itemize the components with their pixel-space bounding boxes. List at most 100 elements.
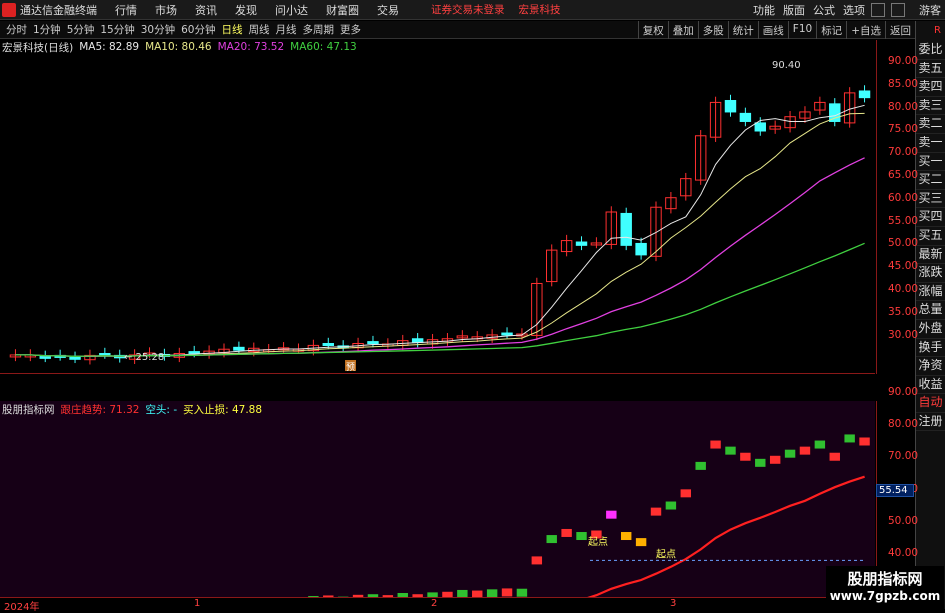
main-axis-tick: 40.00 <box>888 283 918 295</box>
menu-bar: 通达信金融终端 行情 市场 资讯 发现 问小达 财富圈 交易 证券交易未登录 宏… <box>0 0 945 20</box>
period-15min[interactable]: 15分钟 <box>100 22 134 37</box>
menu-discover[interactable]: 发现 <box>235 2 257 18</box>
menu-market[interactable]: 市场 <box>155 2 177 18</box>
main-axis-tick: 80.00 <box>888 101 918 113</box>
menu-trade[interactable]: 交易 <box>377 2 399 18</box>
menu-quotes[interactable]: 行情 <box>115 2 137 18</box>
period-more[interactable]: 更多 <box>340 22 361 37</box>
indicator-bar <box>621 532 631 540</box>
indicator-bar <box>457 590 467 597</box>
indicator-bar <box>636 538 646 546</box>
menu-wealth[interactable]: 财富圈 <box>326 2 359 18</box>
date-month-3: 3 <box>670 598 676 609</box>
side-item-change-pct[interactable]: 涨幅 <box>916 283 945 302</box>
candle-body <box>755 123 765 131</box>
corner-r-label: R <box>916 21 945 41</box>
period-multi[interactable]: 多周期 <box>303 22 335 37</box>
ma20-label: MA20: 73.52 <box>218 41 285 53</box>
side-item-sell3[interactable]: 卖三 <box>916 97 945 116</box>
menu-layout[interactable]: 版面 <box>783 2 805 18</box>
tool-mark[interactable]: 标记 <box>816 21 846 39</box>
period-5min[interactable]: 5分钟 <box>67 22 95 37</box>
tool-stats[interactable]: 统计 <box>728 21 758 39</box>
indicator-bar <box>815 441 825 449</box>
indicator-bar <box>830 453 840 461</box>
right-menu: 功能 版面 公式 选项 游客 <box>745 0 941 20</box>
tool-adjust[interactable]: 复权 <box>638 21 668 39</box>
period-weekly[interactable]: 周线 <box>249 22 270 37</box>
side-item-latest[interactable]: 最新 <box>916 246 945 265</box>
side-item-netasset[interactable]: 净资 <box>916 357 945 376</box>
guest-label[interactable]: 游客 <box>919 2 941 18</box>
main-kline-chart[interactable]: 90.40← 25.28预 宏景科技(日线) MA5: 82.89 MA10: … <box>0 40 875 374</box>
low-price-mark: ← 25.28 <box>124 352 164 363</box>
side-item-turnover[interactable]: 换手 <box>916 339 945 358</box>
side-item-sell5[interactable]: 卖五 <box>916 60 945 79</box>
side-item-outer[interactable]: 外盘 <box>916 320 945 339</box>
stock-label: 宏景科技(日线) <box>2 40 73 55</box>
side-item-sell4[interactable]: 卖四 <box>916 78 945 97</box>
menu-ask[interactable]: 问小达 <box>275 2 308 18</box>
ma20-line <box>15 158 864 356</box>
sub-axis-tick: 40.00 <box>888 547 918 559</box>
notice-stock: 宏景科技 <box>519 2 561 17</box>
sub-axis-tick: 50.00 <box>888 515 918 527</box>
side-item-buy5[interactable]: 买五 <box>916 227 945 246</box>
main-axis-tick: 85.00 <box>888 78 918 90</box>
main-axis-tick: 55.00 <box>888 215 918 227</box>
tool-f10[interactable]: F10 <box>788 21 816 39</box>
period-daily[interactable]: 日线 <box>222 22 243 37</box>
main-axis-tick: 35.00 <box>888 306 918 318</box>
menu-news[interactable]: 资讯 <box>195 2 217 18</box>
ma60-label: MA60: 47.13 <box>290 41 357 53</box>
tool-overlay[interactable]: 叠加 <box>668 21 698 39</box>
side-item-buy3[interactable]: 买三 <box>916 190 945 209</box>
candle-body <box>323 344 333 346</box>
side-item-register[interactable]: 注册 <box>916 413 945 432</box>
short-label: 空头: - <box>145 402 177 417</box>
date-month-2: 2 <box>431 598 437 609</box>
tool-back[interactable]: 返回 <box>885 21 915 39</box>
main-axis-tick: 45.00 <box>888 260 918 272</box>
indicator-bar <box>532 556 542 564</box>
trend-line <box>15 477 864 597</box>
side-item-buy4[interactable]: 买四 <box>916 208 945 227</box>
main-axis-tick: 90.00 <box>888 55 918 67</box>
side-item-earnings[interactable]: 收益 <box>916 376 945 395</box>
indicator-bar <box>561 529 571 537</box>
indicator-bar <box>859 437 869 445</box>
app-logo-icon <box>2 3 16 17</box>
side-item-volume[interactable]: 总量 <box>916 301 945 320</box>
indicator-bar <box>576 532 586 540</box>
period-1min[interactable]: 1分钟 <box>33 22 61 37</box>
login-notice[interactable]: 证券交易未登录 <box>431 2 505 17</box>
side-item-buy1[interactable]: 买一 <box>916 153 945 172</box>
side-item-sell1[interactable]: 卖一 <box>916 134 945 153</box>
tool-multistock[interactable]: 多股 <box>698 21 728 39</box>
period-60min[interactable]: 60分钟 <box>181 22 215 37</box>
date-year: 2024年 <box>4 598 39 613</box>
menu-formula[interactable]: 公式 <box>813 2 835 18</box>
high-price-mark: 90.40 <box>772 60 801 71</box>
menu-function[interactable]: 功能 <box>753 2 775 18</box>
side-item-auto[interactable]: 自动 <box>916 394 945 413</box>
indicator-bar <box>487 589 497 597</box>
sub-indicator-chart[interactable]: 起点起点 <box>0 401 875 597</box>
period-monthly[interactable]: 月线 <box>276 22 297 37</box>
tool-draw[interactable]: 画线 <box>758 21 788 39</box>
window-button-icon[interactable] <box>891 3 905 17</box>
period-30min[interactable]: 30分钟 <box>141 22 175 37</box>
side-item-weibi[interactable]: 委比 <box>916 41 945 60</box>
last-value-badge: 55.54 <box>876 484 914 497</box>
candle-body <box>40 356 50 358</box>
indicator-svg: 起点起点 <box>0 401 875 597</box>
indicator-bar <box>785 450 795 458</box>
tool-add-watchlist[interactable]: +自选 <box>846 21 885 39</box>
window-button-icon[interactable] <box>871 3 885 17</box>
side-item-buy2[interactable]: 买二 <box>916 171 945 190</box>
side-item-change[interactable]: 涨跌 <box>916 264 945 283</box>
menu-options[interactable]: 选项 <box>843 2 865 18</box>
period-timeshare[interactable]: 分时 <box>6 22 27 37</box>
indicator-bar <box>770 456 780 464</box>
side-item-sell2[interactable]: 卖二 <box>916 115 945 134</box>
